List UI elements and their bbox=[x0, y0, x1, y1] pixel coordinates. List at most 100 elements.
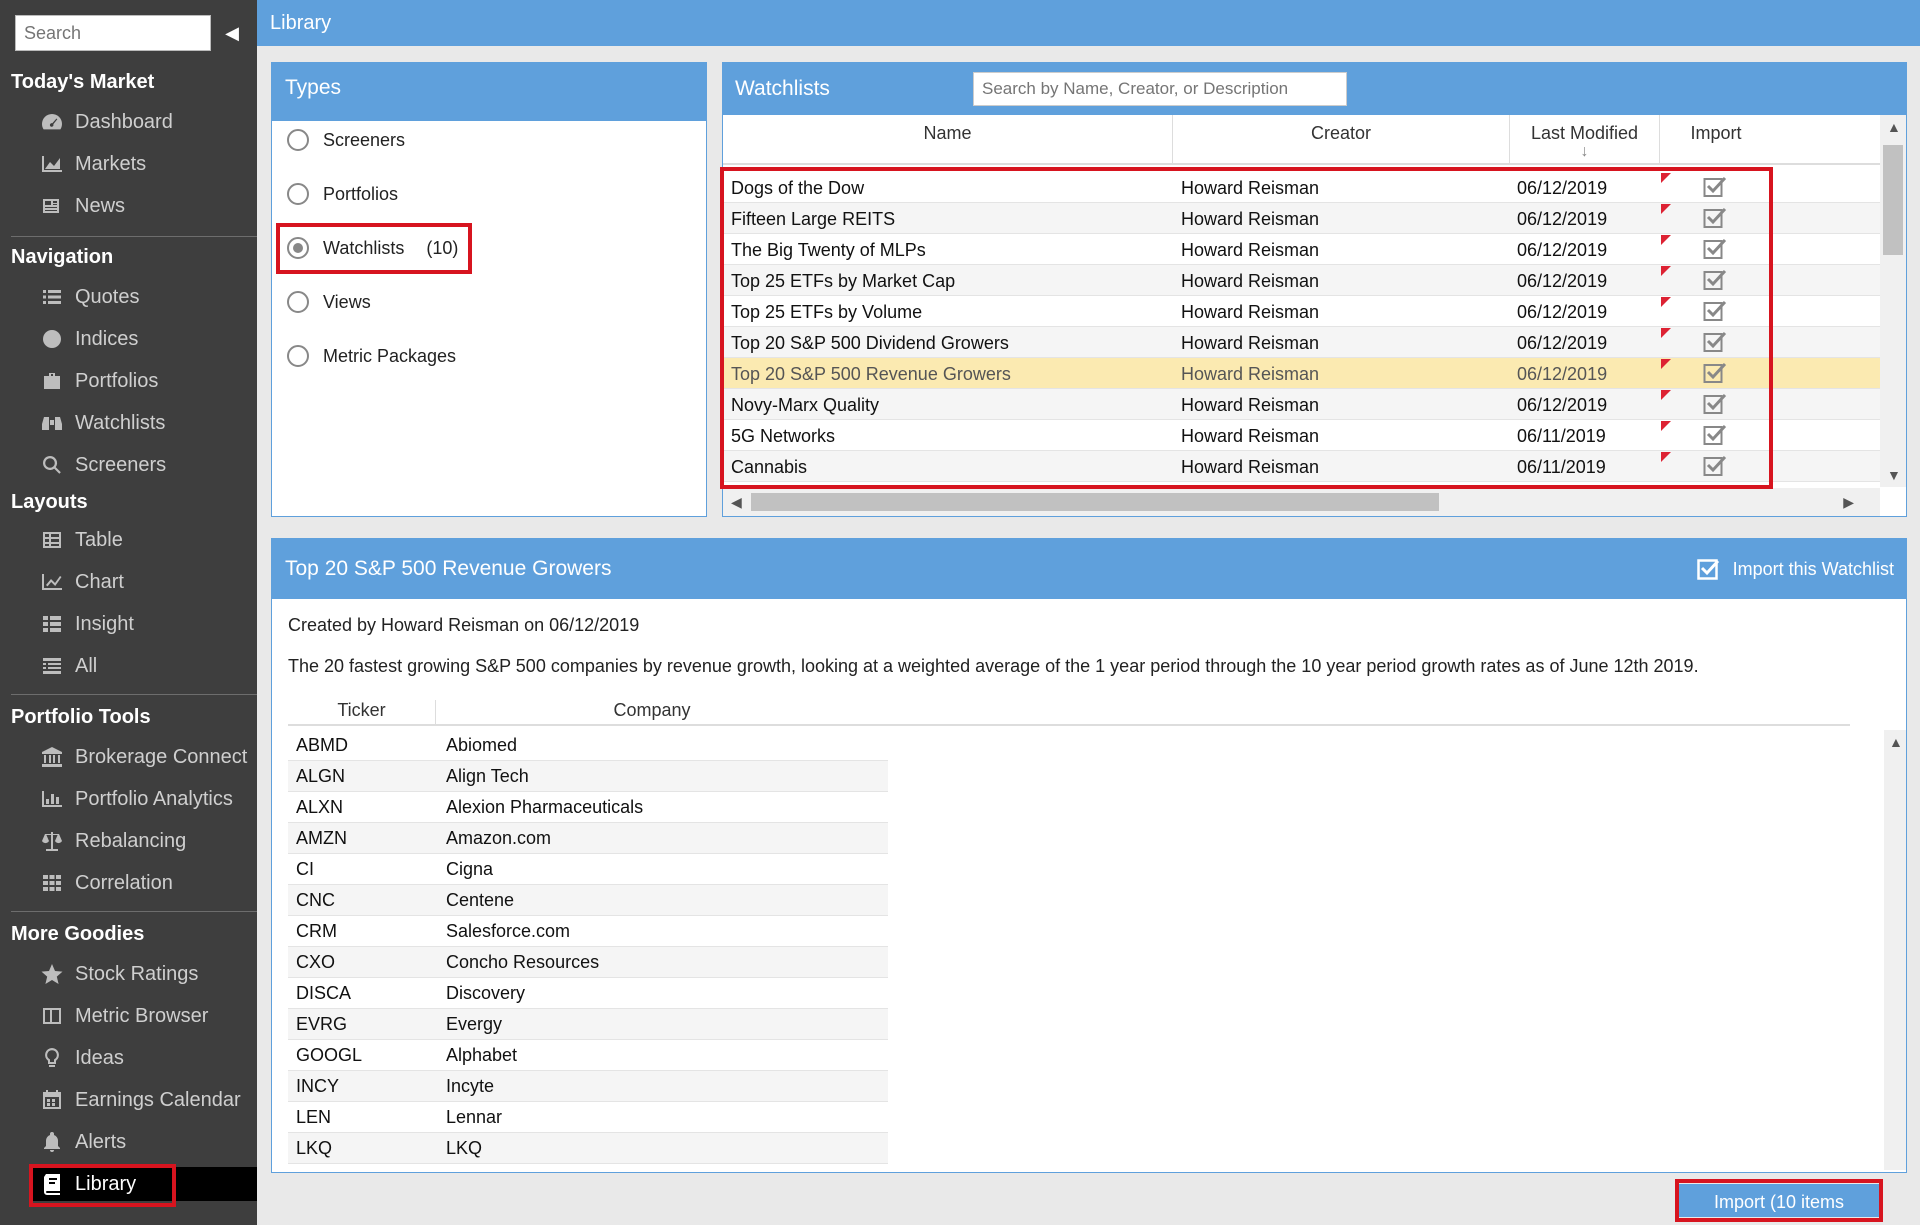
ticker-row[interactable]: CRM Salesforce.com bbox=[288, 916, 888, 947]
sidebar-item-stock-ratings[interactable]: Stock Ratings bbox=[39, 957, 257, 991]
import-checkbox-icon[interactable] bbox=[1703, 424, 1727, 446]
type-option-views[interactable]: Views bbox=[287, 287, 371, 317]
column-header-name[interactable]: Name bbox=[723, 115, 1173, 165]
radio-button[interactable] bbox=[287, 291, 309, 313]
radio-button-selected[interactable] bbox=[287, 237, 309, 259]
watchlist-row[interactable]: Fifteen Large REITS Howard Reisman 06/12/2… bbox=[723, 203, 1880, 234]
import-checkbox-icon[interactable] bbox=[1703, 362, 1727, 384]
column-header-import[interactable]: Import bbox=[1660, 115, 1772, 165]
sidebar-label: Alerts bbox=[75, 1130, 127, 1153]
sidebar-item-screeners[interactable]: Screeners bbox=[39, 448, 257, 482]
sidebar-item-alerts[interactable]: Alerts bbox=[39, 1125, 257, 1159]
sidebar-item-news[interactable]: News bbox=[39, 189, 257, 223]
vertical-scrollbar[interactable]: ▲ bbox=[1884, 730, 1906, 1170]
sidebar-item-metric-browser[interactable]: Metric Browser bbox=[39, 999, 257, 1033]
watchlist-row[interactable]: Top 25 ETFs by Volume Howard Reisman 06/12… bbox=[723, 296, 1880, 327]
import-checkbox-icon[interactable] bbox=[1703, 207, 1727, 229]
sidebar-label: All bbox=[75, 654, 98, 677]
collapse-sidebar-icon[interactable]: ◀ bbox=[222, 20, 242, 46]
radio-button[interactable] bbox=[287, 345, 309, 367]
column-header-last-modified[interactable]: Last Modified ↓ bbox=[1510, 115, 1660, 165]
sidebar-item-watchlists[interactable]: Watchlists bbox=[39, 406, 257, 440]
column-header-ticker[interactable]: Ticker bbox=[288, 700, 436, 726]
radio-button[interactable] bbox=[287, 129, 309, 151]
sidebar-item-insight[interactable]: Insight bbox=[39, 607, 257, 641]
list-icon bbox=[39, 284, 65, 310]
import-checkbox-icon[interactable] bbox=[1703, 300, 1727, 322]
sidebar-item-all[interactable]: All bbox=[39, 649, 257, 683]
scrollbar-thumb[interactable] bbox=[1883, 145, 1903, 255]
import-checkbox-icon[interactable] bbox=[1703, 176, 1727, 198]
sidebar-item-ideas[interactable]: Ideas bbox=[39, 1041, 257, 1075]
sidebar-item-library[interactable]: Library bbox=[29, 1167, 257, 1201]
sidebar-item-rebalancing[interactable]: Rebalancing bbox=[39, 824, 257, 858]
sidebar-item-portfolios[interactable]: Portfolios bbox=[39, 364, 257, 398]
sidebar-search-input[interactable] bbox=[15, 15, 211, 51]
sidebar-item-brokerage-connect[interactable]: Brokerage Connect bbox=[39, 740, 257, 774]
import-checkbox-icon[interactable] bbox=[1703, 238, 1727, 260]
type-option-portfolios[interactable]: Portfolios bbox=[287, 179, 398, 209]
watchlist-row[interactable]: 5G Networks Howard Reisman 06/11/2019 bbox=[723, 420, 1880, 451]
watchlist-row[interactable]: The Big Twenty of MLPs Howard Reisman 06/1… bbox=[723, 234, 1880, 265]
watchlist-row[interactable]: Top 25 ETFs by Market Cap Howard Reisman 0… bbox=[723, 265, 1880, 296]
ticker-row[interactable]: EVRG Evergy bbox=[288, 1009, 888, 1040]
ticker-row[interactable]: ABMD Abiomed bbox=[288, 730, 888, 761]
ticker-row[interactable]: DISCA Discovery bbox=[288, 978, 888, 1009]
ticker-row[interactable]: CI Cigna bbox=[288, 854, 888, 885]
watchlist-row[interactable]: Cannabis Howard Reisman 06/11/2019 bbox=[723, 451, 1880, 482]
vertical-scrollbar[interactable]: ▲ ▼ bbox=[1880, 115, 1906, 487]
section-more-goodies: More Goodies bbox=[11, 923, 145, 945]
ticker-row[interactable]: ALXN Alexion Pharmaceuticals bbox=[288, 792, 888, 823]
ticker-row[interactable]: CXO Concho Resources bbox=[288, 947, 888, 978]
sidebar-item-earnings-calendar[interactable]: Earnings Calendar bbox=[39, 1083, 257, 1117]
company-name: Concho Resources bbox=[446, 952, 600, 972]
sidebar-item-portfolio-analytics[interactable]: Portfolio Analytics bbox=[39, 782, 257, 816]
watchlist-search-input[interactable] bbox=[973, 72, 1347, 106]
sidebar-item-chart[interactable]: Chart bbox=[39, 565, 257, 599]
sidebar-item-markets[interactable]: Markets bbox=[39, 147, 257, 181]
scroll-up-arrow-icon[interactable]: ▲ bbox=[1887, 119, 1901, 135]
ticker-row[interactable]: LKQ LKQ bbox=[288, 1133, 888, 1164]
column-label: Name bbox=[923, 123, 972, 143]
binoculars-icon bbox=[39, 410, 65, 436]
sidebar-item-table[interactable]: Table bbox=[39, 523, 257, 557]
ticker-row[interactable]: AMZN Amazon.com bbox=[288, 823, 888, 854]
scroll-up-arrow-icon[interactable]: ▲ bbox=[1889, 734, 1903, 750]
type-option-watchlists[interactable]: Watchlists (10) bbox=[287, 233, 458, 263]
watchlist-row[interactable]: Dogs of the Dow Howard Reisman 06/12/2019 bbox=[723, 172, 1880, 203]
sidebar-item-dashboard[interactable]: Dashboard bbox=[39, 105, 257, 139]
import-checkbox-icon[interactable] bbox=[1703, 331, 1727, 353]
ticker-symbol: GOOGL bbox=[296, 1045, 363, 1065]
type-option-metric-packages[interactable]: Metric Packages bbox=[287, 341, 456, 371]
ticker-row[interactable]: CNC Centene bbox=[288, 885, 888, 916]
sidebar-item-indices[interactable]: Indices bbox=[39, 322, 257, 356]
checkbox-checked-icon[interactable] bbox=[1696, 557, 1721, 581]
column-header-creator[interactable]: Creator bbox=[1173, 115, 1510, 165]
type-option-screeners[interactable]: Screeners bbox=[287, 125, 405, 155]
import-checkbox-icon[interactable] bbox=[1703, 455, 1727, 477]
sidebar-label: Portfolios bbox=[75, 369, 159, 392]
scroll-right-arrow-icon[interactable]: ▶ bbox=[1843, 494, 1854, 511]
sidebar-item-quotes[interactable]: Quotes bbox=[39, 280, 257, 314]
column-header-company[interactable]: Company bbox=[437, 700, 867, 721]
import-this-watchlist-toggle[interactable]: Import this Watchlist bbox=[1696, 539, 1894, 599]
sidebar-label: Dashboard bbox=[75, 110, 173, 133]
watchlist-row[interactable]: Novy-Marx Quality Howard Reisman 06/12/201… bbox=[723, 389, 1880, 420]
horizontal-scrollbar[interactable]: ◀ ▶ bbox=[723, 488, 1880, 516]
scroll-down-arrow-icon[interactable]: ▼ bbox=[1887, 467, 1901, 483]
ticker-row[interactable]: INCY Incyte bbox=[288, 1071, 888, 1102]
watchlist-row[interactable]: Top 20 S&P 500 Revenue Growers Howard Rei… bbox=[723, 358, 1880, 389]
watchlist-row[interactable]: Top 20 S&P 500 Dividend Growers Howard Re… bbox=[723, 327, 1880, 358]
scroll-left-arrow-icon[interactable]: ◀ bbox=[731, 494, 742, 511]
scrollbar-thumb[interactable] bbox=[751, 493, 1439, 511]
watchlist-name: The Big Twenty of MLPs bbox=[731, 240, 926, 260]
watchlist-name: Novy-Marx Quality bbox=[731, 395, 880, 415]
ticker-row[interactable]: ALGN Align Tech bbox=[288, 761, 888, 792]
ticker-row[interactable]: GOOGL Alphabet bbox=[288, 1040, 888, 1071]
import-checkbox-icon[interactable] bbox=[1703, 269, 1727, 291]
import-checkbox-icon[interactable] bbox=[1703, 393, 1727, 415]
import-selected-button[interactable]: Import (10 items selected) bbox=[1679, 1184, 1879, 1217]
sidebar-item-correlation[interactable]: Correlation bbox=[39, 866, 257, 900]
ticker-row[interactable]: LEN Lennar bbox=[288, 1102, 888, 1133]
radio-button[interactable] bbox=[287, 183, 309, 205]
